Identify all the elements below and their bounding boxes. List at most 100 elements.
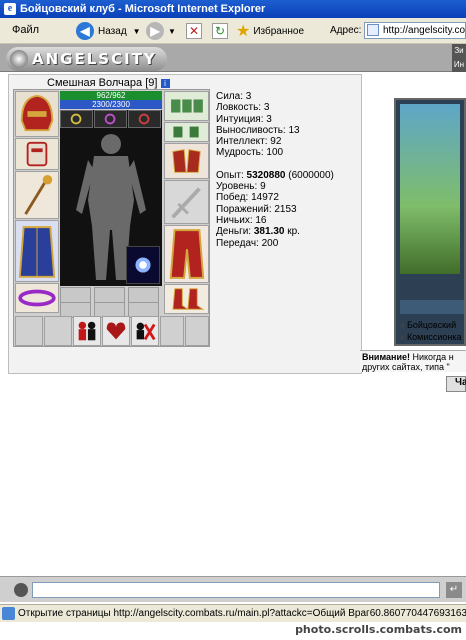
tab-chat[interactable]: Ча [446,376,466,392]
stat-transfers: Передач: 200 [216,237,279,249]
window-titlebar: e Бойцовский клуб - Microsoft Internet E… [0,0,466,18]
amulet-slot[interactable] [164,91,209,121]
magic-orb-icon [135,257,151,273]
inventory: 962/962 2300/2300 [13,89,210,347]
fighters-icon [78,321,96,341]
rune-slot[interactable] [60,287,91,303]
ring-slot-1[interactable] [60,110,93,128]
stat-losses: Поражений: 2153 [216,203,297,215]
stat-agility: Ловкость: 3 [216,102,270,114]
boots-icon [172,288,205,310]
location-image[interactable] [394,98,466,346]
warning-notice: Внимание! Никогда н других сайтах, типа … [360,350,466,372]
ring-icon [138,113,150,125]
leggings-icon [169,229,205,279]
stats-block: Сила: 3 Ловкость: 3 Интуиция: 3 Вынослив… [216,91,334,249]
chevron-down-icon[interactable]: ▼ [168,27,176,36]
star-icon: ★ [236,23,251,40]
chat-smile-icon[interactable] [14,583,28,597]
send-icon[interactable]: ↵ [446,582,462,598]
page-icon [367,24,379,36]
stat-intuition: Интуиция: 3 [216,113,272,125]
armor-slot[interactable] [15,220,59,282]
quick-slot-fighters[interactable] [73,316,101,346]
mana-bar: 2300/2300 [60,100,162,109]
rune-slot[interactable] [94,287,125,303]
page-loading-icon [2,607,15,620]
ie-icon: e [4,3,16,15]
hp-bar: 962/962 [60,91,162,100]
quick-slot-empty[interactable] [185,316,209,346]
belt-slot[interactable] [15,283,59,313]
forward-arrow-icon: ▶ [146,22,164,40]
bracer-icon [26,141,48,167]
chat-bar: ↵ [0,576,466,602]
chat-input[interactable] [32,582,440,598]
location-scene [400,104,460,274]
rune-slot[interactable] [128,287,159,303]
stat-level: Уровень: 9 [216,181,266,193]
back-button[interactable]: ◀ Назад ▼ [76,21,141,41]
banner-right-menu[interactable]: Зи Ин [452,44,466,72]
site-logo[interactable]: ANGELSCITY [6,47,167,71]
page-content: ANGELSCITY Зи Ин Смешная Волчара [9] i 9… [0,44,466,602]
character-figure[interactable] [60,110,162,286]
earring-icon [173,126,199,138]
toolbar: Файл ◀ Назад ▼ ▶ ▼ ✕ ↻ ★ Избранное Адрес… [0,18,466,44]
ring-slot-3[interactable] [128,110,161,128]
bracer-slot[interactable] [15,138,59,170]
refresh-icon: ↻ [212,23,228,39]
stat-endurance: Выносливость: 13 [216,124,300,136]
ring-icon [70,113,82,125]
helmet-slot[interactable] [15,91,59,137]
favorites-label: Избранное [253,25,305,37]
cloak-icon [18,226,56,278]
staff-icon [24,174,53,215]
boots-slot[interactable] [164,284,209,314]
favorites-button[interactable]: ★ Избранное [236,21,304,41]
quick-slot-empty[interactable] [160,316,184,346]
address-field[interactable]: http://angelscity.com [364,22,466,39]
stat-money: Деньги: 381.30 кр. [216,226,300,238]
info-icon[interactable]: i [160,78,170,88]
quick-slot-empty[interactable] [44,316,72,346]
stat-draws: Ничьих: 16 [216,214,267,226]
gloves-slot[interactable] [164,143,209,179]
stop-icon: ✕ [186,23,202,39]
quick-slot-cross[interactable] [131,316,159,346]
stat-experience: Опыт: 5320880 (6000000) [216,169,334,181]
menu-file[interactable]: Файл [12,24,39,36]
back-label: Назад [98,25,127,37]
status-bar: Открытие страницы http://angelscity.comb… [0,604,466,622]
quick-slot-heart[interactable] [102,316,130,346]
quick-slot-empty[interactable] [15,316,43,346]
character-level: [9] [145,77,158,89]
amulet-icon [171,99,203,113]
helmet-icon [20,94,54,132]
earring-slot[interactable] [164,122,209,142]
legs-slot[interactable] [164,225,209,283]
ring-icon [104,113,116,125]
character-name[interactable]: Смешная Волчара [47,77,142,89]
back-arrow-icon: ◀ [76,22,94,40]
status-text: Открытие страницы http://angelscity.comb… [18,608,466,619]
link-fight-club[interactable]: Бойцовский [398,320,456,330]
chevron-down-icon[interactable]: ▼ [133,27,141,36]
belt-icon [18,289,56,307]
cancel-fight-icon [136,322,156,341]
logo-text: ANGELSCITY [32,50,157,68]
address-value: http://angelscity.com [383,25,466,36]
refresh-button[interactable]: ↻ [212,21,228,41]
ring-slot-2[interactable] [94,110,127,128]
stat-intellect: Интеллект: 92 [216,136,282,148]
window-title: Бойцовский клуб - Microsoft Internet Exp… [20,3,266,15]
sword-placeholder-icon [171,187,201,219]
character-name-line: Смешная Волчара [9] i [47,77,170,89]
stop-button[interactable]: ✕ [186,21,202,41]
shield-slot[interactable] [164,180,209,224]
orb-slot[interactable] [126,246,160,284]
stat-wins: Побед: 14972 [216,192,279,204]
weapon-slot[interactable] [15,171,59,219]
link-commission[interactable]: Комиссионка [398,332,462,342]
forward-button[interactable]: ▶ ▼ [146,21,176,41]
